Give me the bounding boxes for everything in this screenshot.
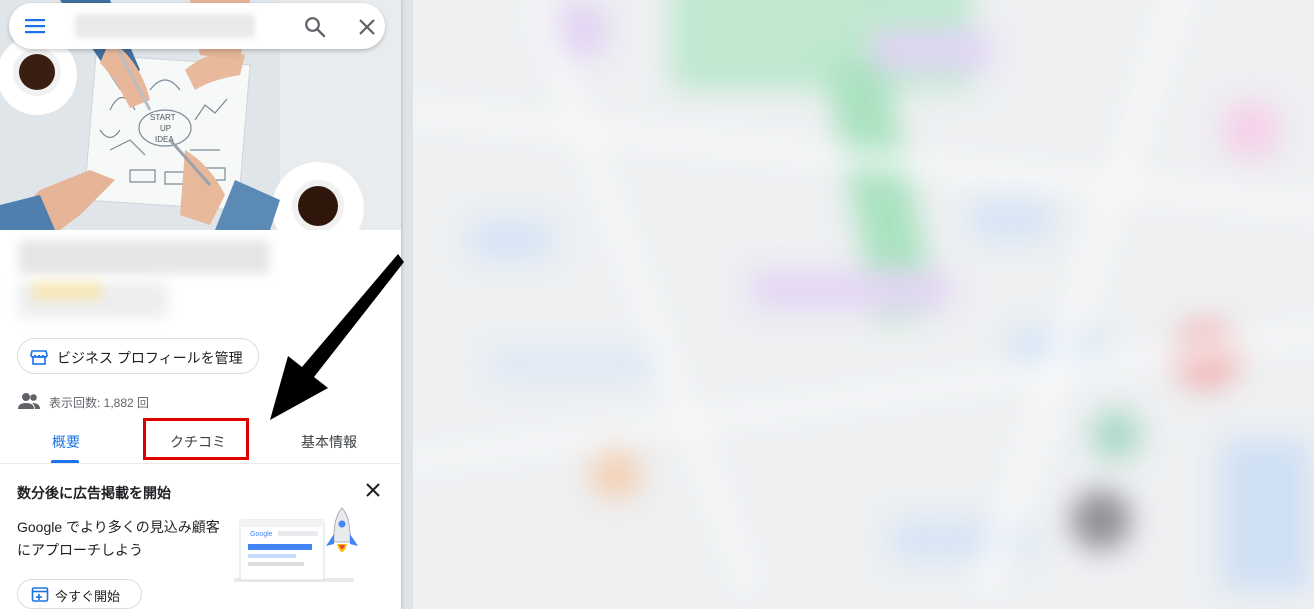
start-now-label: 今すぐ開始 — [55, 589, 121, 604]
storefront-icon — [30, 350, 48, 365]
illustration-google-text: Google — [250, 531, 273, 538]
tab-overview[interactable]: 概要 — [52, 432, 80, 452]
search-query-blurred[interactable] — [75, 14, 255, 38]
hero-text-2: UP — [160, 124, 171, 133]
map-canvas[interactable] — [401, 0, 1314, 609]
manage-business-profile-button[interactable]: ビジネス プロフィールを管理 — [17, 338, 259, 374]
manage-business-profile-label: ビジネス プロフィールを管理 — [57, 350, 243, 366]
map-blurred-content — [401, 0, 1314, 609]
close-icon[interactable] — [356, 16, 378, 38]
hamburger-menu-icon[interactable] — [25, 16, 47, 36]
promo-body-line-1: Google でより多くの見込み顧客 — [17, 519, 220, 535]
place-rating-blurred — [18, 282, 168, 318]
add-to-window-icon — [31, 587, 49, 602]
view-count-label: 表示回数: 1,882 回 — [49, 396, 150, 410]
start-now-button[interactable]: 今すぐ開始 — [17, 579, 142, 609]
map-edge-strip — [401, 0, 413, 609]
search-icon[interactable] — [303, 15, 327, 39]
promo-title: 数分後に広告掲載を開始 — [17, 485, 171, 501]
hero-text-1: START — [150, 113, 176, 122]
reviews-tab-highlight-box — [143, 418, 249, 460]
place-panel: START UP IDEA ビジネス プロフィールを管理 表示回数: 1,882… — [0, 0, 401, 609]
place-photo[interactable]: START UP IDEA — [0, 0, 401, 230]
close-icon[interactable] — [364, 481, 382, 499]
ads-promo-card: 数分後に広告掲載を開始 Google でより多くの見込み顧客 にアプローチしよう… — [0, 464, 401, 609]
people-icon — [18, 393, 40, 409]
tab-about[interactable]: 基本情報 — [301, 432, 357, 452]
promo-body-line-2: にアプローチしよう — [17, 542, 143, 558]
place-name-blurred — [18, 240, 270, 274]
search-box[interactable] — [9, 3, 385, 49]
rocket-launch-illustration: Google — [234, 507, 358, 582]
